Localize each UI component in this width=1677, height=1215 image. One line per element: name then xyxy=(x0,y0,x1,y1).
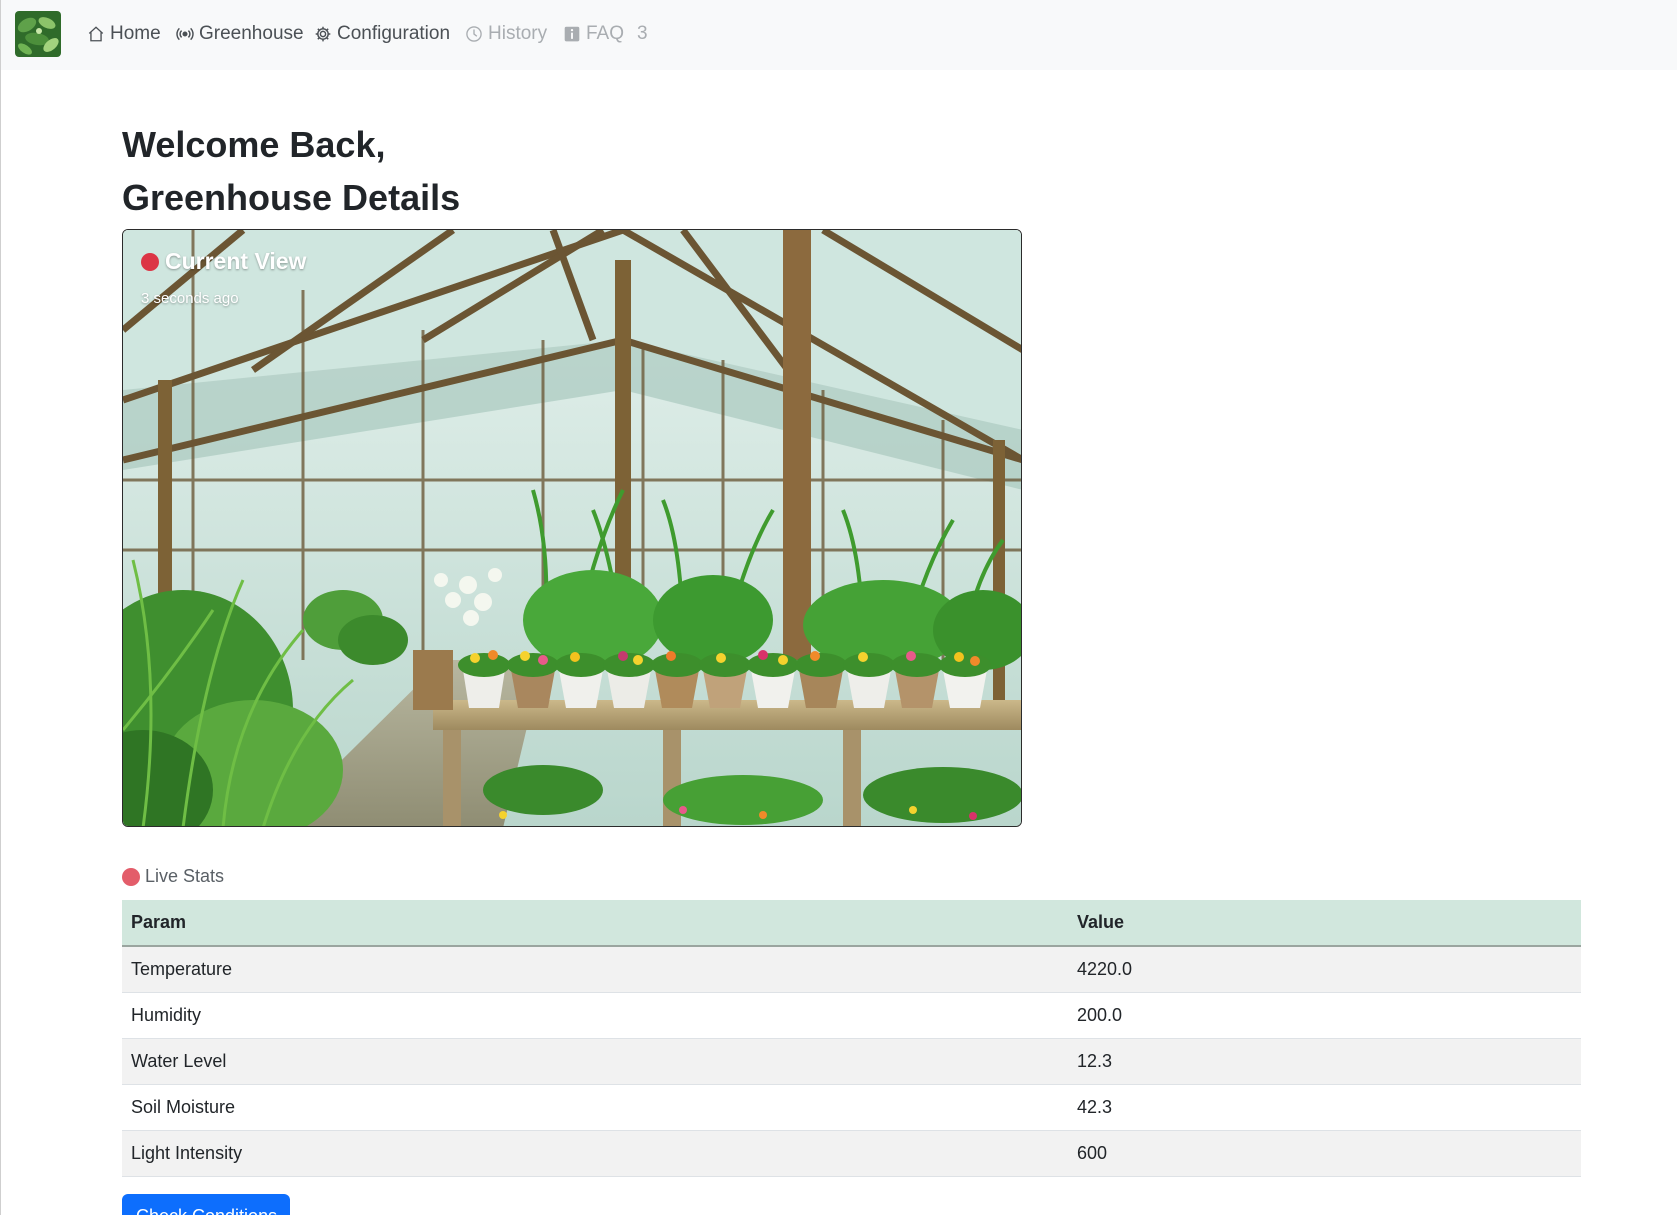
camera-view: Current View 3 seconds ago xyxy=(122,229,1022,827)
table-row: Soil Moisture 42.3 xyxy=(122,1084,1581,1131)
stats-table: Param Value Temperature 4220.0 Humidity … xyxy=(122,900,1581,1177)
column-header-param: Param xyxy=(122,900,1068,947)
gear-icon xyxy=(314,25,332,43)
table-row: Water Level 12.3 xyxy=(122,1038,1581,1085)
welcome-heading: Welcome Back, xyxy=(122,124,386,165)
nav-configuration[interactable]: Configuration xyxy=(314,21,450,47)
value-cell: 4220.0 xyxy=(1068,946,1581,993)
camera-timestamp: 3 seconds ago xyxy=(141,290,239,307)
param-cell: Water Level xyxy=(122,1038,1068,1085)
nav-count-badge: 3 xyxy=(637,21,648,47)
value-cell: 12.3 xyxy=(1068,1038,1581,1085)
broadcast-icon xyxy=(176,25,194,43)
check-conditions-button[interactable]: Check Conditions xyxy=(122,1194,290,1215)
nav-faq: FAQ xyxy=(563,21,624,47)
live-indicator-dot xyxy=(141,252,159,271)
house-icon xyxy=(87,25,105,43)
column-header-value: Value xyxy=(1068,900,1581,947)
clock-icon xyxy=(465,25,483,43)
nav-home[interactable]: Home xyxy=(87,21,161,47)
table-row: Light Intensity 600 xyxy=(122,1130,1581,1177)
param-cell: Temperature xyxy=(122,946,1068,993)
table-row: Temperature 4220.0 xyxy=(122,946,1581,993)
greenhouse-image xyxy=(123,230,1021,826)
nav-home-label: Home xyxy=(110,23,161,44)
info-square-icon xyxy=(563,25,581,43)
value-cell: 42.3 xyxy=(1068,1084,1581,1131)
value-cell: 200.0 xyxy=(1068,992,1581,1039)
param-cell: Humidity xyxy=(122,992,1068,1039)
nav-greenhouse[interactable]: Greenhouse xyxy=(176,21,304,47)
live-stats-text: Live Stats xyxy=(145,866,225,886)
param-cell: Soil Moisture xyxy=(122,1084,1068,1131)
nav-configuration-label: Configuration xyxy=(337,23,451,44)
brand-logo[interactable] xyxy=(15,11,61,57)
nav-count: 3 xyxy=(637,23,648,44)
live-stats-label: Live Stats xyxy=(122,866,224,887)
nav-faq-label: FAQ xyxy=(586,23,625,44)
page-title: Greenhouse Details xyxy=(122,177,461,218)
table-row: Humidity 200.0 xyxy=(122,992,1581,1039)
nav-history: History xyxy=(465,21,547,47)
navbar: Home Greenhouse Configuration History FA… xyxy=(1,0,1677,70)
camera-title: Current View xyxy=(141,248,306,275)
table-header-row: Param Value xyxy=(122,900,1581,947)
camera-title-label: Current View xyxy=(165,248,307,274)
value-cell: 600 xyxy=(1068,1130,1581,1177)
nav-greenhouse-label: Greenhouse xyxy=(199,23,304,44)
nav-history-label: History xyxy=(488,23,548,44)
live-stats-dot xyxy=(122,867,140,886)
param-cell: Light Intensity xyxy=(122,1130,1068,1177)
